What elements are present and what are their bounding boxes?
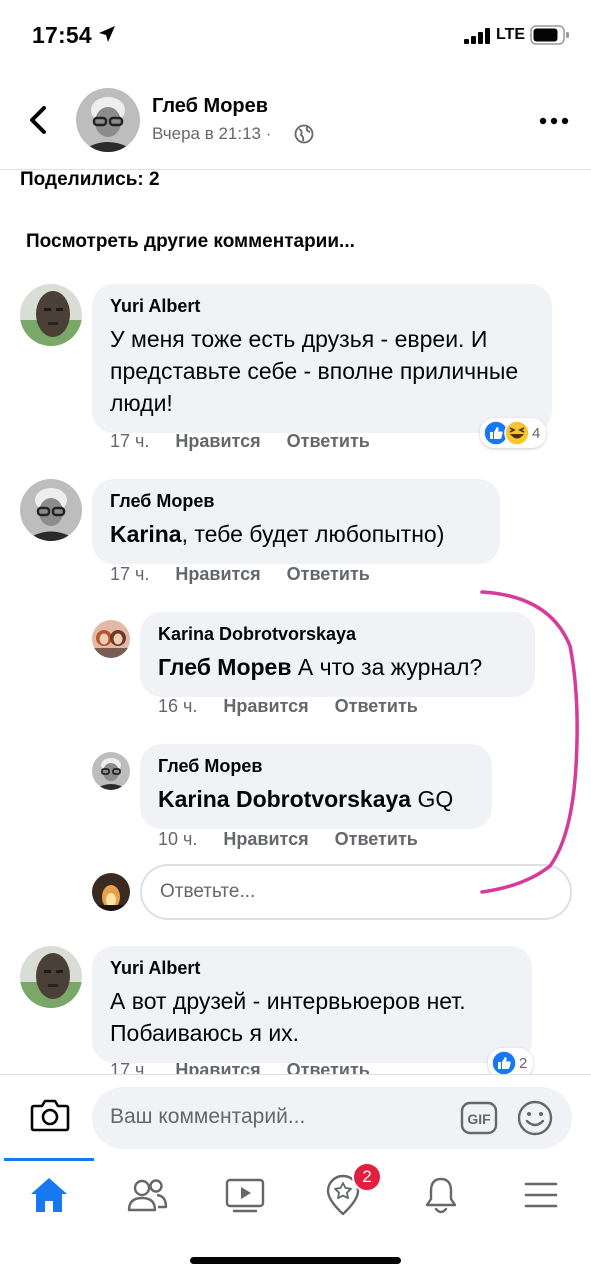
reply-time: 10 ч. [158,829,198,849]
signal-icon [464,28,490,44]
menu-icon [524,1182,558,1208]
reply-actions: 10 ч. Нравится Ответить [158,829,418,850]
reply-button[interactable]: Ответить [335,829,418,850]
reply-time: 16 ч. [158,696,198,716]
comment-actions: 17 ч. Нравится Ответить [110,431,370,452]
comment-text: У меня тоже есть друзья - евреи. И предс… [110,326,519,416]
comment-bubble: Глеб Морев Karina, тебе будет любопытно) [92,479,500,564]
commenter-avatar[interactable] [20,284,82,346]
haha-reaction-icon [504,420,530,446]
reply-actions: 16 ч. Нравится Ответить [158,696,418,717]
notification-badge: 2 [352,1162,382,1192]
post-timestamp[interactable]: Вчера в 21:13 · [152,124,271,144]
tab-watch[interactable] [220,1170,270,1220]
comment-text-body: , тебе будет любопытно) [181,521,445,547]
comment-time: 17 ч. [110,431,150,451]
like-reaction-icon [491,1050,517,1076]
reply-text-body: А что за журнал? [291,654,483,680]
back-button[interactable] [24,100,54,140]
comment-input-placeholder: Ваш комментарий... [110,1105,306,1128]
mention-link[interactable]: Karina [110,521,182,547]
status-bar: 17:54 LTE [0,0,591,72]
reply-button[interactable]: Ответить [287,1060,370,1074]
comment-bubble: Yuri Albert А вот друзей - интервьюеров … [92,946,532,1063]
reply-text-body: GQ [411,786,454,812]
mention-link[interactable]: Глеб Морев [158,654,291,680]
replier-avatar[interactable] [92,752,130,790]
author-avatar[interactable] [76,88,140,152]
status-time: 17:54 [32,22,92,48]
post-header: Глеб Морев Вчера в 21:13 · [0,80,591,170]
tab-friends[interactable] [122,1170,172,1220]
author-name[interactable]: Глеб Морев [152,95,268,118]
watch-icon [225,1178,265,1213]
active-tab-indicator [4,1158,94,1161]
camera-icon[interactable] [30,1097,70,1133]
reactions-summary[interactable]: 4 [480,418,547,448]
reactions-count: 2 [519,1054,528,1072]
network-label: LTE [496,26,526,43]
like-button[interactable]: Нравится [223,696,308,717]
reply-bubble: Глеб Морев Karina Dobrotvorskaya GQ [140,744,492,829]
comment-text: Karina, тебе будет любопытно) [110,518,482,550]
replier-avatar[interactable] [92,620,130,658]
bottom-tab-bar: 2 [0,1158,591,1228]
comment-actions: 17 ч. Нравится Ответить [110,1060,370,1074]
like-button[interactable]: Нравится [175,564,260,585]
commenter-avatar[interactable] [20,946,82,1008]
tab-menu[interactable] [516,1170,566,1220]
handwritten-bracket-annotation [480,590,579,894]
comment-input[interactable]: Ваш комментарий... GIF [92,1087,572,1149]
reply-author[interactable]: Глеб Морев [158,756,474,777]
home-indicator [190,1257,401,1264]
battery-icon [530,25,569,45]
like-button[interactable]: Нравится [223,829,308,850]
comment-author[interactable]: Yuri Albert [110,958,514,979]
tab-home[interactable] [24,1170,74,1220]
comment-time: 17 ч. [110,564,150,584]
comment-actions: 17 ч. Нравится Ответить [110,564,370,585]
comment-time: 17 ч. [110,1060,150,1074]
notifications-icon [425,1177,457,1214]
gif-button[interactable]: GIF [460,1101,498,1135]
emoji-icon[interactable] [516,1099,554,1137]
reply-input-placeholder: Ответьте... [160,881,256,902]
mention-link[interactable]: Karina Dobrotvorskaya [158,786,411,812]
comment-author[interactable]: Yuri Albert [110,296,534,317]
reactions-count: 4 [532,424,541,442]
comment-text: А вот друзей - интервьюеров нет. Побаива… [110,988,466,1046]
reply-button[interactable]: Ответить [287,431,370,452]
view-more-comments-link[interactable]: Посмотреть другие комментарии... [26,231,355,253]
reply-author[interactable]: Karina Dobrotvorskaya [158,624,517,645]
commenter-avatar[interactable] [20,479,82,541]
friends-icon [127,1179,168,1212]
globe-icon [294,124,314,144]
shares-count[interactable]: Поделились: 2 [20,169,160,191]
comment-bubble: Yuri Albert У меня тоже есть друзья - ев… [92,284,552,433]
more-options-icon[interactable] [538,116,570,126]
reply-button[interactable]: Ответить [335,696,418,717]
comment-author[interactable]: Глеб Морев [110,491,482,512]
reply-text: Глеб Морев А что за журнал? [158,651,517,683]
location-arrow-icon [99,26,115,42]
reply-button[interactable]: Ответить [287,564,370,585]
comment-composer: Ваш комментарий... GIF [0,1074,591,1158]
home-icon [31,1178,67,1212]
reply-text: Karina Dobrotvorskaya GQ [158,783,474,815]
tab-notifications[interactable] [416,1170,466,1220]
like-button[interactable]: Нравится [175,431,260,452]
like-button[interactable]: Нравится [175,1060,260,1074]
current-user-avatar [92,873,130,911]
gif-label: GIF [467,1111,491,1127]
